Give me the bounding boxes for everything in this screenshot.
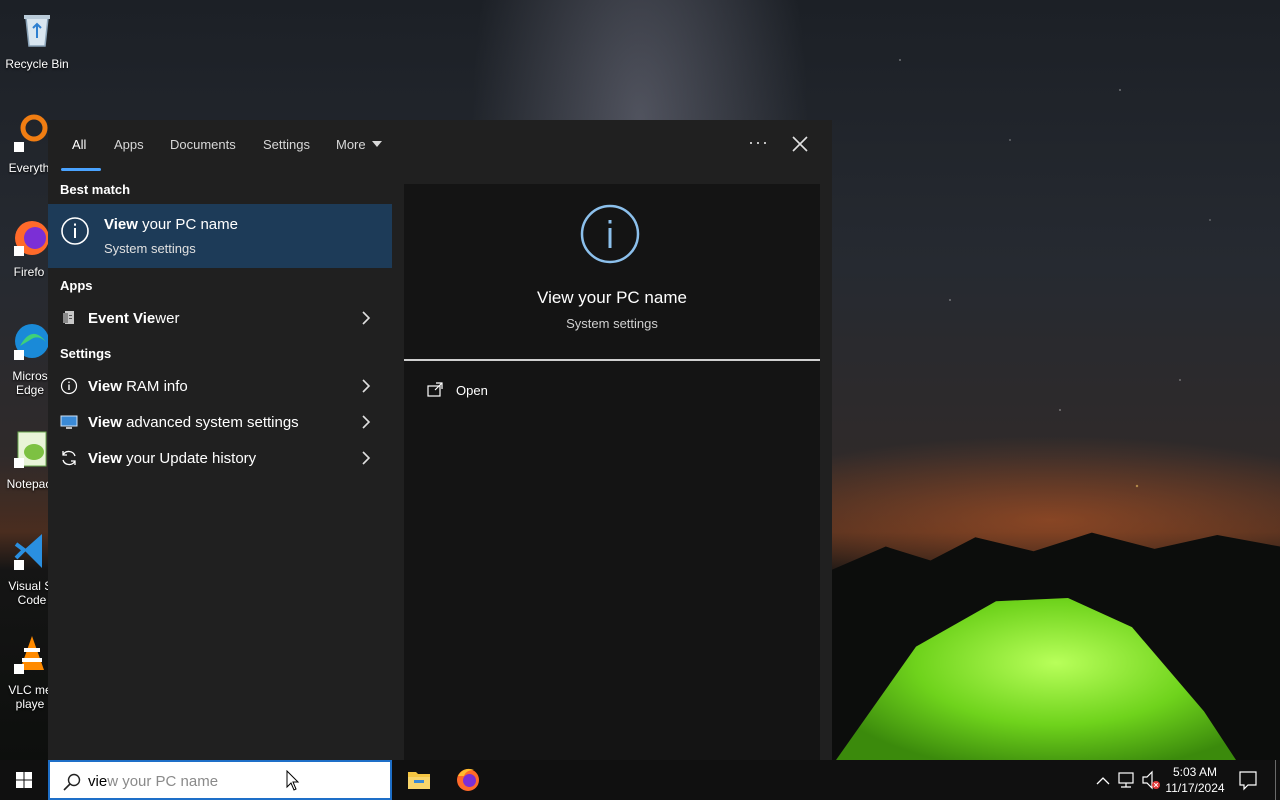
active-tab-indicator: [61, 168, 101, 171]
windows-start-icon[interactable]: [0, 760, 48, 800]
tab-all[interactable]: All: [72, 137, 86, 152]
open-external-icon: [427, 382, 443, 397]
best-match-heading: Best match: [60, 182, 131, 197]
notepad-plus-plus-icon: [14, 431, 47, 468]
result-label-rest: wer: [155, 310, 180, 327]
result-label: View your Update history: [88, 450, 256, 467]
refresh-icon: [62, 450, 76, 466]
more-options-button[interactable]: ···: [748, 132, 769, 153]
desktop-icon-recycle-bin[interactable]: Recycle Bin: [0, 8, 74, 71]
system-clock[interactable]: 5:03 AM 11/17/2024: [1160, 764, 1230, 796]
chevron-right-icon[interactable]: [359, 451, 373, 465]
firefox-icon: [14, 221, 49, 256]
preview-divider: [404, 359, 820, 361]
preview-title: View your PC name: [537, 288, 687, 307]
tab-apps[interactable]: Apps: [114, 137, 144, 152]
preview-subtitle: System settings: [566, 316, 658, 331]
clock-time: 5:03 AM: [1172, 765, 1218, 779]
firefox-icon: [457, 768, 479, 791]
monitor-icon: [60, 415, 78, 429]
result-event-viewer[interactable]: Event Viewer: [48, 301, 392, 335]
vlc-cone-icon: [14, 636, 44, 674]
chevron-right-icon[interactable]: [359, 415, 373, 429]
desktop-icon-label: Recycle Bin: [5, 57, 69, 71]
info-icon: [580, 204, 640, 264]
chevron-right-icon[interactable]: [359, 379, 373, 393]
result-label: Event Viewer: [88, 310, 179, 327]
result-view-ram-info[interactable]: View RAM info: [48, 369, 392, 403]
edge-icon: [14, 324, 49, 360]
clock-date: 11/17/2024: [1165, 781, 1225, 795]
taskbar-file-explorer[interactable]: [395, 760, 443, 800]
result-label-bold: View: [88, 450, 122, 467]
best-match-result[interactable]: View your PC name System settings: [48, 204, 392, 268]
search-typed-text: vie: [88, 773, 108, 790]
event-viewer-icon: [63, 311, 74, 324]
preview-pane: View your PC name System settings Open: [404, 184, 820, 760]
result-label-rest: RAM info: [121, 378, 188, 395]
results-list: Best match View your PC name System sett…: [48, 172, 392, 760]
search-text: view your PC name: [88, 773, 218, 790]
everything-search-icon: [14, 114, 48, 152]
tab-more-label: More: [336, 137, 366, 152]
chevron-right-icon[interactable]: [359, 311, 373, 325]
best-match-subtitle: System settings: [104, 241, 196, 256]
tab-documents[interactable]: Documents: [170, 137, 236, 152]
volume-muted-icon[interactable]: [1140, 760, 1162, 800]
result-label-rest: advanced system settings: [121, 414, 299, 431]
taskbar: view your PC name 5:03 AM 11/17/2024: [0, 760, 1280, 800]
best-match-title-bold: View: [104, 216, 138, 233]
info-icon: [61, 217, 89, 245]
recycle-bin-icon: [24, 15, 50, 47]
folder-icon: [408, 772, 430, 789]
result-view-update-history[interactable]: View your Update history: [48, 441, 392, 475]
action-center-icon[interactable]: [1236, 760, 1260, 800]
search-icon: [63, 773, 81, 791]
info-icon: [60, 377, 78, 395]
result-label-bold: View: [88, 414, 122, 431]
best-match-title-rest: your PC name: [137, 216, 238, 233]
chevron-up-icon[interactable]: [1094, 760, 1112, 800]
search-flyout: All Apps Documents Settings More ··· Bes…: [48, 120, 832, 760]
vscode-icon: [14, 534, 42, 570]
result-label: View RAM info: [88, 378, 188, 395]
result-view-advanced-system-settings[interactable]: View advanced system settings: [48, 405, 392, 439]
result-label-bold: View: [88, 378, 122, 395]
tab-settings[interactable]: Settings: [263, 137, 310, 152]
result-label-bold: Event Vie: [88, 310, 156, 327]
search-filter-tabs: All Apps Documents Settings More ···: [48, 120, 832, 172]
search-input[interactable]: view your PC name: [48, 760, 392, 800]
settings-heading: Settings: [60, 346, 112, 361]
taskbar-firefox[interactable]: [444, 760, 492, 800]
mouse-pointer-icon: [286, 770, 300, 791]
open-action-label: Open: [456, 383, 488, 398]
search-autocomplete-text: w your PC name: [107, 773, 219, 790]
tab-more[interactable]: More: [336, 137, 382, 152]
caret-down-icon: [371, 141, 382, 147]
result-label-rest: your Update history: [121, 450, 257, 467]
apps-heading: Apps: [60, 278, 93, 293]
result-label: View advanced system settings: [88, 414, 299, 431]
show-desktop-button[interactable]: [1275, 760, 1276, 800]
close-icon[interactable]: [790, 134, 810, 154]
best-match-title: View your PC name: [104, 216, 238, 233]
network-icon[interactable]: [1116, 760, 1138, 800]
